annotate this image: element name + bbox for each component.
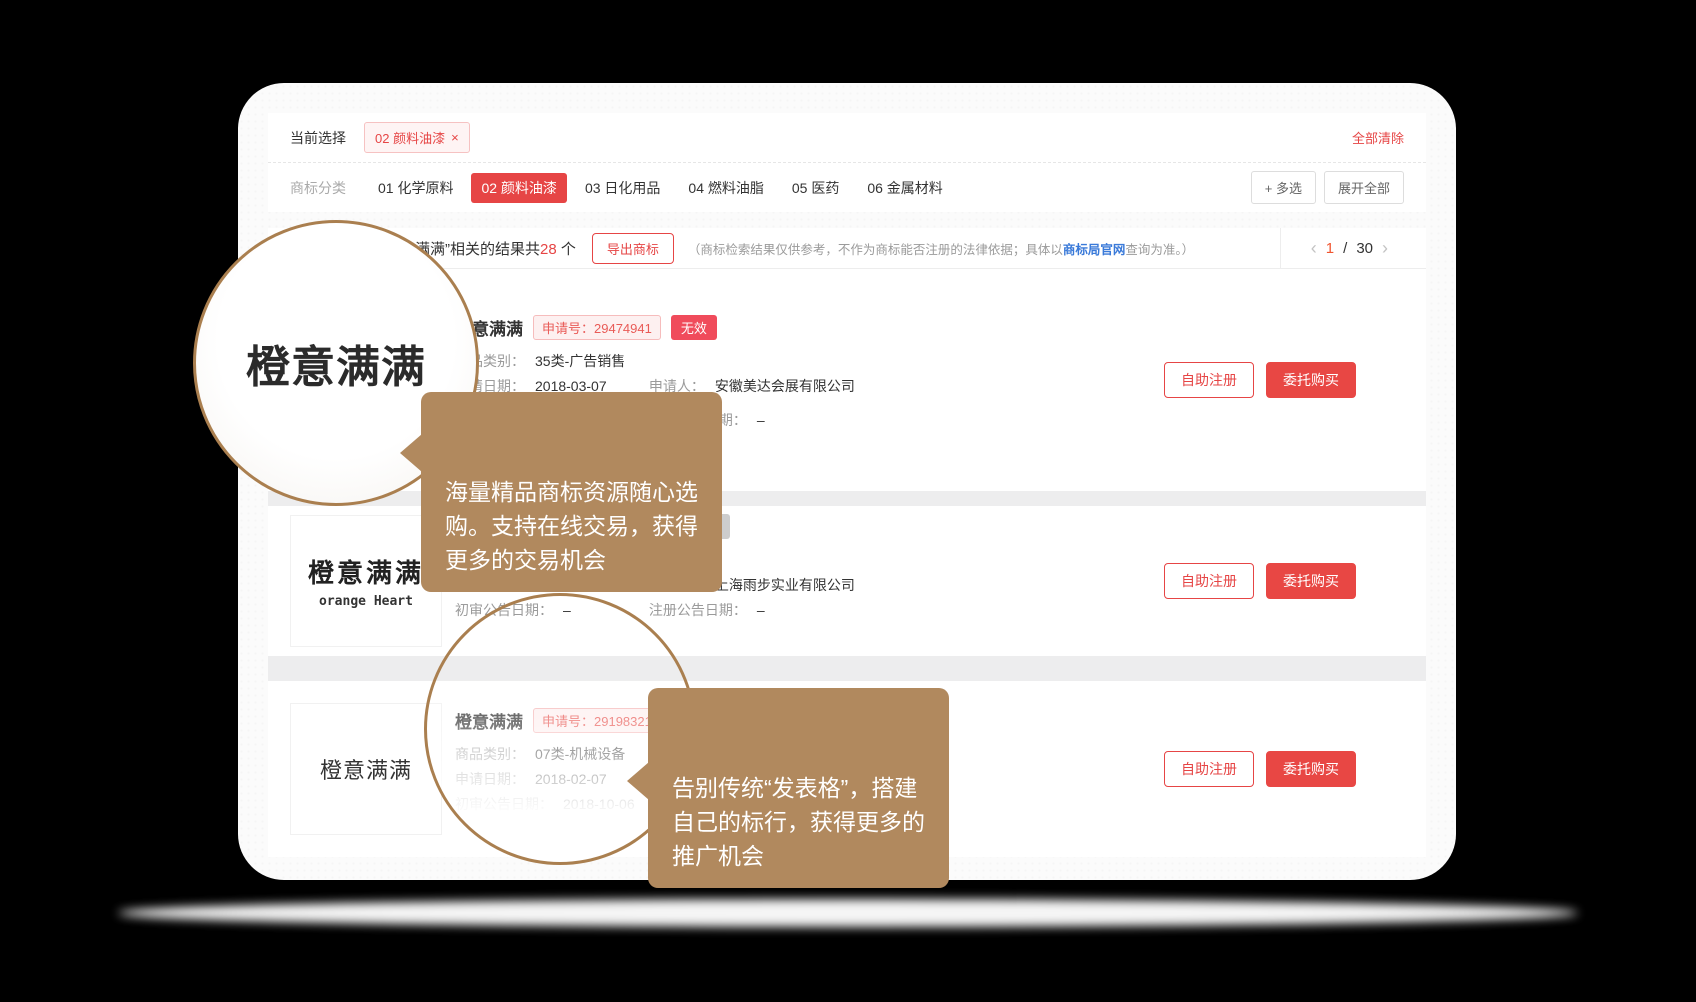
disclaimer: （商标检索结果仅供参考，不作为商标能否注册的法律依据；具体以商标局官网查询为准。… [688, 239, 1194, 258]
buy-button[interactable]: 委托购买 [1266, 362, 1356, 398]
tooltip-text: 海量精品商标资源随心选 购。支持在线交易，获得 更多的交易机会 [445, 479, 698, 573]
category-item-02-active[interactable]: 02 颜料油漆 [471, 173, 566, 203]
field-value: 上海雨步实业有限公司 [715, 577, 855, 593]
trademark-image-text: 橙意满满 [320, 753, 412, 785]
selected-filter-tag-label: 02 颜料油漆 [375, 128, 445, 147]
tooltip-arrow-icon [400, 434, 422, 472]
disclaimer-text-after: 查询为准。） [1125, 243, 1194, 257]
field-value: 安徽美达会展有限公司 [715, 378, 855, 394]
trademark-thumb[interactable]: 橙意满满 orange Heart [290, 515, 442, 647]
remove-filter-icon[interactable]: × [451, 130, 459, 145]
magnified-trademark-text: 橙意满满 [246, 331, 426, 395]
selected-filter-tag[interactable]: 02 颜料油漆 × [364, 122, 470, 153]
status-badge: 无效 [671, 315, 717, 340]
official-site-link[interactable]: 商标局官网 [1063, 243, 1126, 257]
category-item-03[interactable]: 03 日化用品 [575, 173, 670, 203]
filter-panel: 当前选择 02 颜料油漆 × 全部清除 商标分类 01 化学原料 02 颜料油漆… [268, 113, 1426, 212]
trademark-image-text: 橙意满满 [308, 553, 424, 590]
field-value: – [757, 602, 765, 618]
clear-all-button[interactable]: 全部清除 [1352, 128, 1404, 147]
tooltip-text: 告别传统“发表格”，搭建 自己的标行，获得更多的 推广机会 [672, 775, 925, 869]
row-actions: 自助注册 委托购买 [1164, 362, 1356, 398]
page-background: 当前选择 02 颜料油漆 × 全部清除 商标分类 01 化学原料 02 颜料油漆… [0, 0, 1696, 1002]
current-selection-row: 当前选择 02 颜料油漆 × 全部清除 [268, 113, 1426, 163]
category-item-04[interactable]: 04 燃料油脂 [678, 173, 773, 203]
total-pages: 30 [1356, 240, 1373, 257]
pagination: ‹ 1 / 30 › [1280, 228, 1426, 268]
device-base-shadow [118, 899, 1578, 927]
application-number-tag: 申请号：29474941 [533, 315, 661, 340]
export-button[interactable]: 导出商标 [592, 233, 674, 264]
field-value: – [757, 412, 765, 428]
category-item-05[interactable]: 05 医药 [782, 173, 849, 203]
field-label: 注册公告日期： [649, 602, 747, 618]
tooltip-arrow-icon [627, 762, 649, 800]
buy-button[interactable]: 委托购买 [1266, 563, 1356, 599]
self-register-button[interactable]: 自助注册 [1164, 563, 1254, 599]
next-page-icon[interactable]: › [1382, 238, 1388, 259]
self-register-button[interactable]: 自助注册 [1164, 751, 1254, 787]
field-value: 35类-广告销售 [535, 353, 625, 369]
category-item-06[interactable]: 06 金属材料 [857, 173, 952, 203]
row-actions: 自助注册 委托购买 [1164, 563, 1356, 599]
trademark-image-subtext: orange Heart [319, 594, 413, 609]
tooltip-bubble: 海量精品商标资源随心选 购。支持在线交易，获得 更多的交易机会 [421, 392, 722, 592]
category-filter-row: 商标分类 01 化学原料 02 颜料油漆 03 日化用品 04 燃料油脂 05 … [268, 163, 1426, 212]
tooltip-bubble: 告别传统“发表格”，搭建 自己的标行，获得更多的 推广机会 [648, 688, 949, 888]
category-filter-label: 商标分类 [290, 178, 346, 198]
page-separator: / [1343, 240, 1347, 257]
category-item-01[interactable]: 01 化学原料 [368, 173, 463, 203]
row-actions: 自助注册 委托购买 [1164, 751, 1356, 787]
buy-button[interactable]: 委托购买 [1266, 751, 1356, 787]
disclaimer-text-before: （商标检索结果仅供参考，不作为商标能否注册的法律依据；具体以 [688, 243, 1063, 257]
summary-suffix: 个 [557, 241, 576, 258]
multi-select-button[interactable]: + 多选 [1251, 171, 1316, 204]
trademark-thumb[interactable]: 橙意满满 [290, 703, 442, 835]
current-selection-label: 当前选择 [290, 128, 346, 148]
results-header: 已为您检索到“橙意满满”相关的结果共28 个 导出商标 （商标检索结果仅供参考，… [268, 228, 1426, 269]
self-register-button[interactable]: 自助注册 [1164, 362, 1254, 398]
expand-all-button[interactable]: 展开全部 [1324, 171, 1404, 204]
result-count: 28 [540, 241, 557, 258]
prev-page-icon[interactable]: ‹ [1311, 238, 1317, 259]
current-page: 1 [1326, 240, 1334, 257]
